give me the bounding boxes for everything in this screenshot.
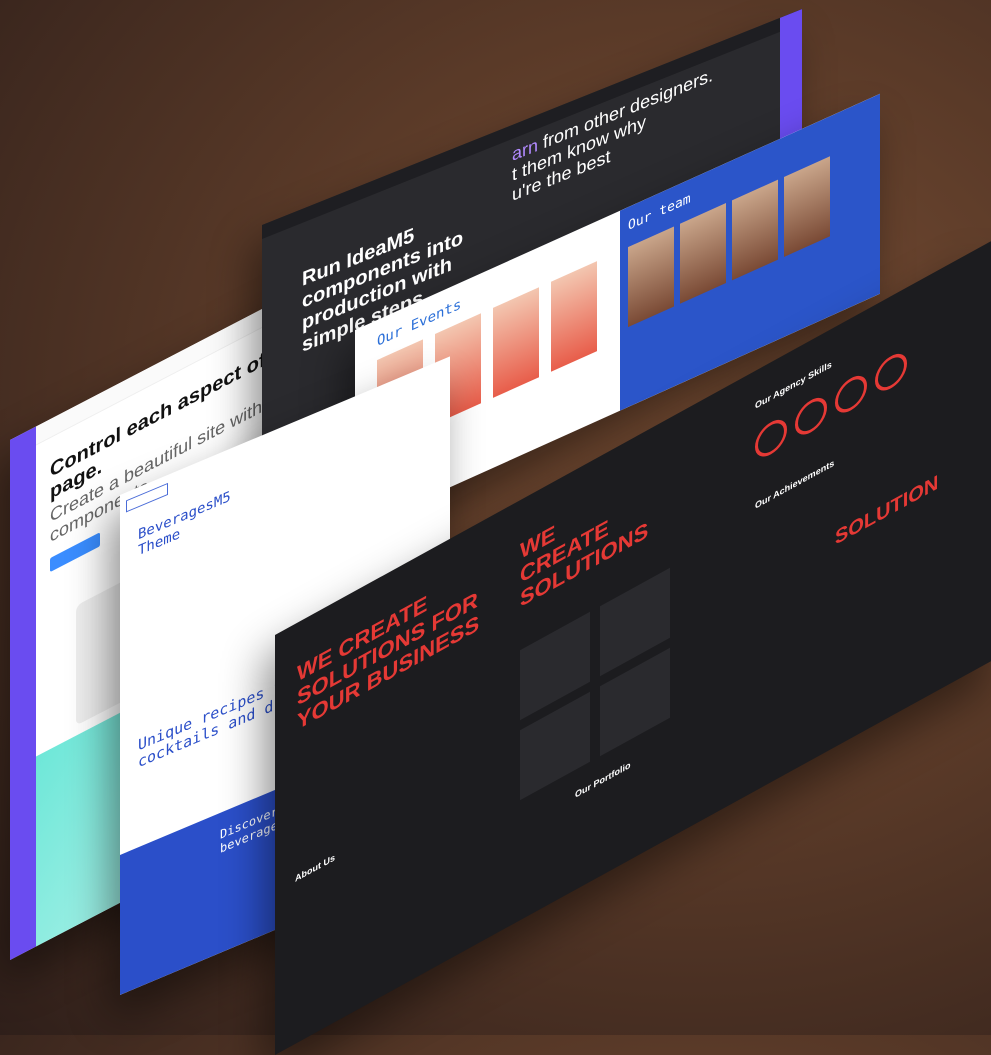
drink-image	[493, 287, 539, 398]
achievements-title: Our Achievements	[755, 457, 835, 511]
skill-ring	[755, 413, 787, 463]
team-photo	[732, 179, 778, 281]
portfolio-title: Our Portfolio	[575, 759, 631, 800]
skill-ring	[835, 369, 867, 419]
team-photo	[628, 226, 674, 328]
hero-heading-3: SOLUTION	[835, 471, 939, 550]
drink-image	[551, 261, 597, 372]
mockup-scene: Control each aspect of a page. Create a …	[0, 0, 991, 1055]
team-photo	[784, 156, 830, 257]
skill-ring	[795, 391, 827, 441]
about-title: About Us	[295, 852, 335, 884]
skill-ring	[875, 347, 907, 397]
hero-heading-2: WE CREATE SOLUTIONS	[520, 514, 649, 613]
beverages-title: BeveragesM5 Theme	[138, 488, 231, 560]
team-photo	[680, 203, 726, 304]
